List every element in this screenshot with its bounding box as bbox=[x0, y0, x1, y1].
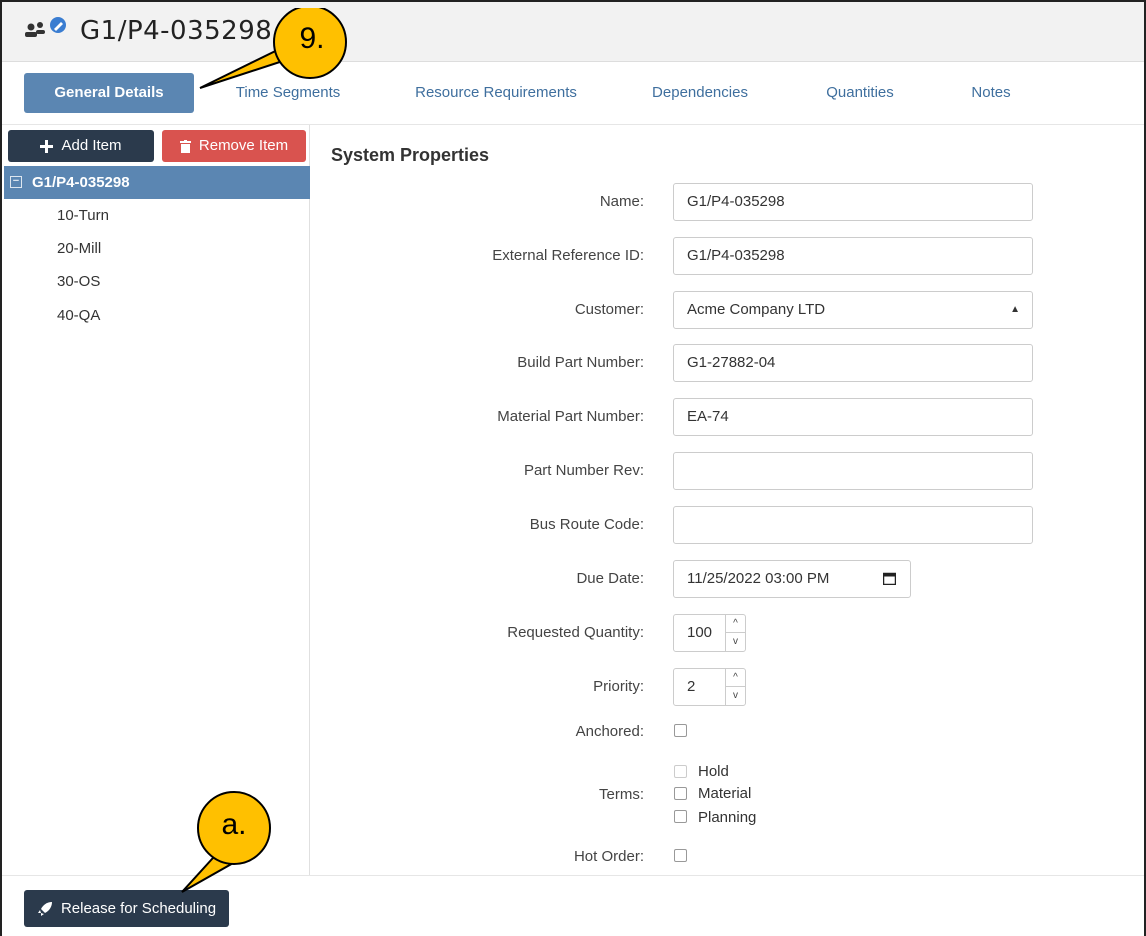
priority-spinner[interactable]: ^ v bbox=[725, 669, 745, 705]
terms-planning-label: Planning bbox=[698, 809, 757, 826]
hot-order-checkbox[interactable] bbox=[674, 849, 687, 862]
tab-notes[interactable]: Notes bbox=[956, 73, 1026, 113]
tree-root-label: G1/P4-035298 bbox=[32, 174, 130, 191]
name-label: Name: bbox=[599, 193, 644, 210]
customer-select[interactable]: Acme Company LTD ▲ bbox=[673, 291, 1033, 329]
priority-label: Priority: bbox=[593, 678, 644, 695]
select-arrows-icon: ▲ bbox=[1010, 304, 1020, 315]
part-rev-field[interactable] bbox=[673, 452, 1033, 490]
customer-value: Acme Company LTD bbox=[687, 301, 826, 318]
group-edit-icon bbox=[25, 17, 66, 37]
tab-dependencies[interactable]: Dependencies bbox=[640, 73, 760, 113]
build-part-label: Build Part Number: bbox=[517, 354, 644, 371]
bus-route-field[interactable] bbox=[673, 506, 1033, 544]
calendar-icon[interactable] bbox=[883, 572, 896, 585]
release-label: Release for Scheduling bbox=[60, 900, 217, 917]
tree-root-item[interactable]: − G1/P4-035298 bbox=[4, 166, 310, 199]
remove-item-label: Remove Item bbox=[198, 137, 289, 154]
plus-icon bbox=[40, 139, 54, 153]
system-properties-form: System Properties Name: G1/P4-035298 Ext… bbox=[311, 125, 1144, 875]
window-frame: G1/P4-035298 General Details Time Segmen… bbox=[0, 0, 1146, 936]
spin-up-icon[interactable]: ^ bbox=[726, 615, 745, 633]
material-part-field[interactable]: EA-74 bbox=[673, 398, 1033, 436]
spin-up-icon[interactable]: ^ bbox=[726, 669, 745, 687]
requested-qty-stepper[interactable]: 100 ^ v bbox=[673, 614, 746, 652]
due-date-label: Due Date: bbox=[576, 570, 644, 587]
part-rev-label: Part Number Rev: bbox=[523, 462, 644, 479]
terms-material-label: Material bbox=[698, 785, 752, 802]
external-ref-field[interactable]: G1/P4-035298 bbox=[673, 237, 1033, 275]
tab-bar: General Details Time Segments Resource R… bbox=[2, 63, 1144, 125]
external-ref-label: External Reference ID: bbox=[492, 247, 644, 264]
spin-down-icon[interactable]: v bbox=[726, 633, 745, 651]
tab-resource-requirements[interactable]: Resource Requirements bbox=[402, 73, 590, 113]
add-item-button[interactable]: Add Item bbox=[8, 130, 154, 162]
tree-item-40-qa[interactable]: 40-QA bbox=[57, 307, 100, 324]
terms-material-checkbox[interactable] bbox=[674, 787, 687, 800]
tab-general-details[interactable]: General Details bbox=[24, 73, 194, 113]
requested-qty-value: 100 bbox=[687, 624, 713, 641]
terms-hold-label: Hold bbox=[698, 763, 729, 780]
tree-item-20-mill[interactable]: 20-Mill bbox=[57, 240, 101, 257]
callout-a-text: a. bbox=[221, 808, 247, 841]
anchored-label: Anchored: bbox=[575, 723, 644, 740]
requested-qty-spinner[interactable]: ^ v bbox=[725, 615, 745, 651]
collapse-icon[interactable]: − bbox=[10, 176, 22, 188]
anchored-checkbox[interactable] bbox=[674, 724, 687, 737]
bus-route-label: Bus Route Code: bbox=[529, 516, 644, 533]
callout-9-text: 9. bbox=[299, 22, 325, 55]
section-title: System Properties bbox=[331, 145, 490, 165]
name-field[interactable]: G1/P4-035298 bbox=[673, 183, 1033, 221]
remove-item-button[interactable]: Remove Item bbox=[162, 130, 306, 162]
callout-a bbox=[181, 791, 271, 893]
add-item-label: Add Item bbox=[61, 137, 122, 154]
trash-icon bbox=[179, 139, 191, 153]
rocket-icon bbox=[37, 902, 52, 917]
tree-item-30-os[interactable]: 30-OS bbox=[57, 273, 100, 290]
hot-order-label: Hot Order: bbox=[573, 848, 644, 865]
build-part-field[interactable]: G1-27882-04 bbox=[673, 344, 1033, 382]
requested-qty-label: Requested Quantity: bbox=[507, 624, 644, 641]
priority-value: 2 bbox=[687, 678, 696, 695]
priority-stepper[interactable]: 2 ^ v bbox=[673, 668, 746, 706]
customer-label: Customer: bbox=[574, 301, 644, 318]
spin-down-icon[interactable]: v bbox=[726, 687, 745, 705]
title-bar: G1/P4-035298 bbox=[2, 2, 1144, 62]
material-part-label: Material Part Number: bbox=[497, 408, 644, 425]
tree-item-10-turn[interactable]: 10-Turn bbox=[57, 207, 109, 224]
terms-label: Terms: bbox=[599, 786, 644, 803]
tree-panel: Add Item Remove Item − G1/P4-035298 10-T… bbox=[2, 125, 310, 875]
terms-hold-checkbox[interactable] bbox=[674, 765, 687, 778]
due-date-value: 11/25/2022 03:00 PM bbox=[687, 570, 830, 587]
tab-quantities[interactable]: Quantities bbox=[812, 73, 908, 113]
due-date-field[interactable]: 11/25/2022 03:00 PM bbox=[673, 560, 911, 598]
terms-planning-checkbox[interactable] bbox=[674, 810, 687, 823]
